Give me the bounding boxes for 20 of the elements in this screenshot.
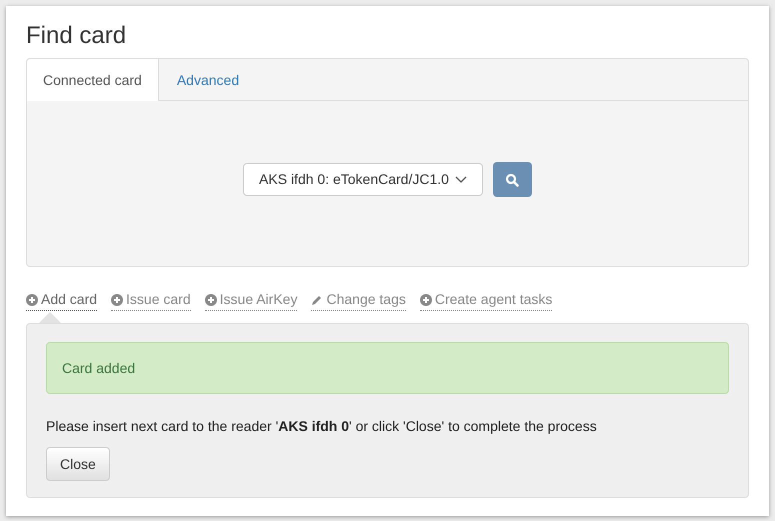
plus-circle-icon bbox=[111, 294, 124, 306]
dialog-title: Find card bbox=[26, 22, 128, 50]
close-button[interactable]: Close bbox=[46, 447, 110, 481]
action-link[interactable]: Issue card bbox=[111, 289, 191, 311]
tab[interactable]: Advanced bbox=[158, 59, 258, 101]
reader-select[interactable]: AKS ifdh 0: eTokenCard/JC1.0 bbox=[243, 163, 483, 196]
action-link[interactable]: Issue AirKey bbox=[204, 289, 298, 311]
tab[interactable]: Connected card bbox=[27, 59, 159, 101]
chevron-icon bbox=[454, 176, 467, 184]
action-link[interactable]: Add card bbox=[26, 289, 98, 311]
action-link[interactable]: Create agent tasks bbox=[420, 289, 552, 311]
plus-circle-icon bbox=[26, 294, 38, 306]
search-button[interactable] bbox=[492, 162, 532, 197]
plus-circle-icon bbox=[204, 294, 217, 306]
action-link[interactable]: Change tags bbox=[311, 289, 406, 311]
search-icon bbox=[505, 172, 520, 186]
plus-circle-icon bbox=[420, 294, 432, 306]
success-alert: Card added bbox=[46, 342, 729, 394]
instruction-text: Please insert next card to the reader 'AKS ifdh 0' or click 'Close' to complete the process bbox=[46, 417, 598, 436]
pencil-icon bbox=[311, 294, 324, 306]
